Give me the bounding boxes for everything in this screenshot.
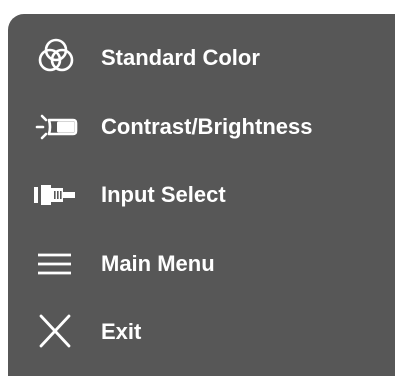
input-connector-icon	[28, 169, 84, 221]
menu-item-label: Exit	[101, 319, 142, 344]
menu-item-contrast-brightness[interactable]: Contrast/Brightness	[8, 101, 395, 153]
menu-item-input-select[interactable]: Input Select	[8, 169, 395, 221]
menu-item-main-menu[interactable]: Main Menu	[8, 238, 395, 290]
osd-menu-panel: Standard Color Contrast/Brightness Input…	[8, 14, 395, 376]
close-icon	[28, 306, 84, 358]
hamburger-menu-icon	[28, 238, 84, 290]
menu-item-label: Contrast/Brightness	[101, 114, 313, 139]
menu-item-exit[interactable]: Exit	[8, 306, 395, 358]
menu-item-label: Input Select	[101, 182, 226, 207]
brightness-icon	[28, 101, 84, 153]
menu-item-standard-color[interactable]: Standard Color	[8, 32, 395, 84]
menu-item-label: Standard Color	[101, 45, 260, 70]
color-circles-icon	[28, 32, 84, 84]
menu-item-label: Main Menu	[101, 251, 215, 276]
